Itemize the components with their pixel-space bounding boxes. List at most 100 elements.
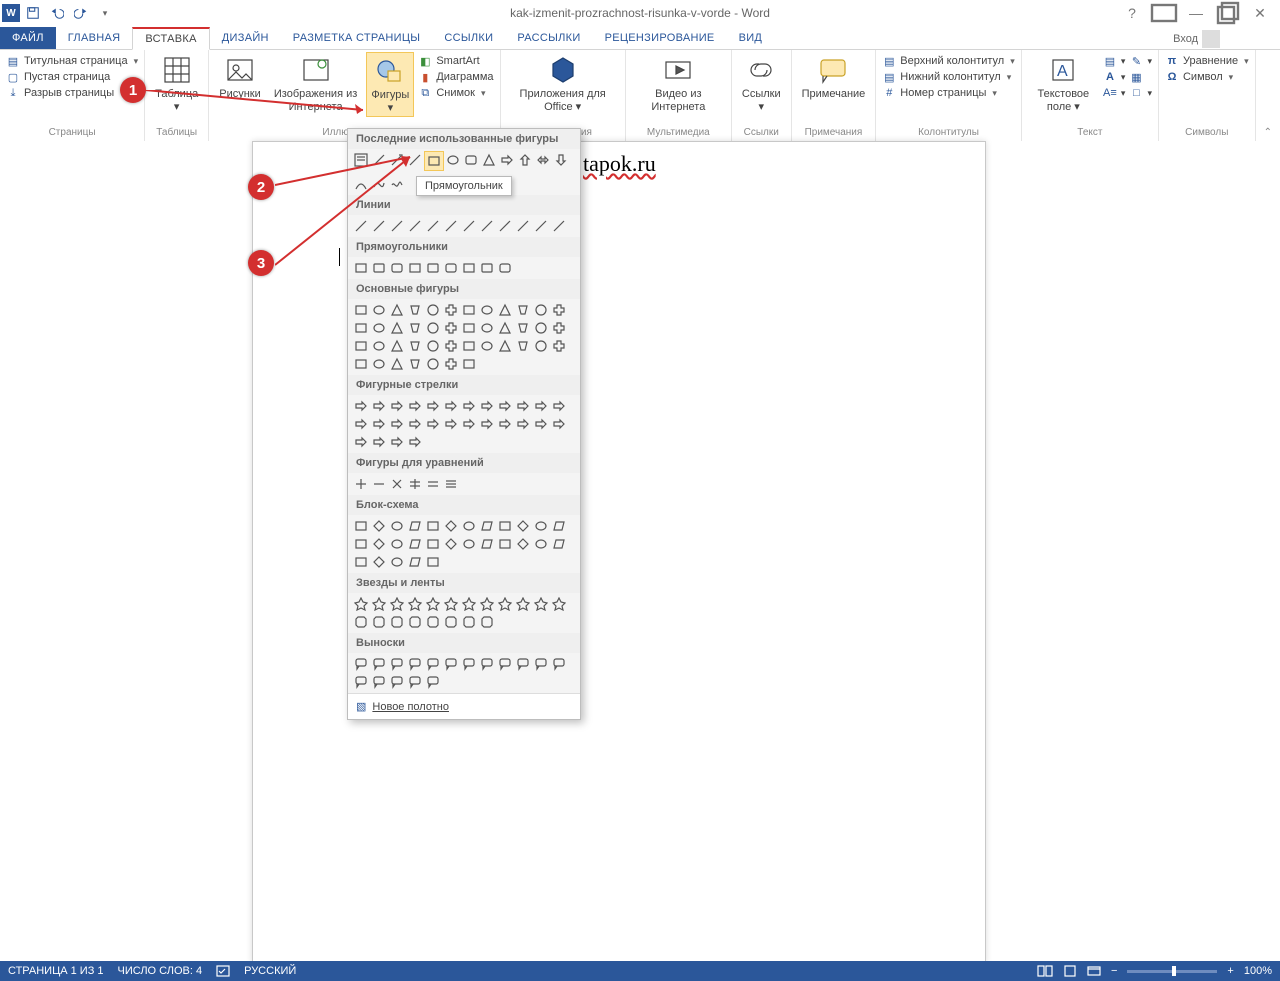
tab-mailings[interactable]: РАССЫЛКИ	[505, 27, 592, 49]
shape-item[interactable]	[532, 301, 550, 319]
shape-item[interactable]	[370, 433, 388, 451]
save-button[interactable]	[22, 2, 44, 24]
shape-item[interactable]	[442, 535, 460, 553]
shape-item[interactable]	[478, 319, 496, 337]
minimize-button[interactable]: —	[1180, 2, 1212, 24]
shape-item[interactable]	[496, 319, 514, 337]
shape-item[interactable]	[442, 517, 460, 535]
zoom-level[interactable]: 100%	[1244, 965, 1272, 977]
shape-item[interactable]	[550, 595, 568, 613]
shape-item[interactable]	[478, 613, 496, 631]
shape-line[interactable]	[370, 151, 388, 169]
shape-item[interactable]	[388, 301, 406, 319]
shape-item[interactable]	[352, 613, 370, 631]
shape-item[interactable]	[442, 475, 460, 493]
shape-item[interactable]	[370, 613, 388, 631]
status-lang[interactable]: РУССКИЙ	[244, 965, 296, 977]
shape-item[interactable]	[406, 259, 424, 277]
shape-item[interactable]	[478, 397, 496, 415]
shape-item[interactable]	[370, 655, 388, 673]
shape-item[interactable]	[514, 217, 532, 235]
shape-item[interactable]	[442, 337, 460, 355]
cover-page-button[interactable]: ▤Титульная страница	[6, 54, 138, 68]
shape-item[interactable]	[406, 217, 424, 235]
shape-item[interactable]	[352, 673, 370, 691]
shape-item[interactable]	[388, 553, 406, 571]
shape-item[interactable]	[370, 535, 388, 553]
shape-item[interactable]	[460, 517, 478, 535]
shape-item[interactable]	[478, 415, 496, 433]
tab-view[interactable]: ВИД	[727, 27, 775, 49]
shape-item[interactable]	[352, 259, 370, 277]
shape-item[interactable]	[550, 415, 568, 433]
links-button[interactable]: Ссылки▾	[738, 52, 785, 115]
status-words[interactable]: ЧИСЛО СЛОВ: 4	[118, 965, 203, 977]
shape-item[interactable]	[442, 415, 460, 433]
shape-item[interactable]	[460, 301, 478, 319]
zoom-in[interactable]: +	[1227, 965, 1233, 977]
shape-item[interactable]	[406, 655, 424, 673]
shape-item[interactable]	[406, 301, 424, 319]
new-canvas-button[interactable]: ▧ Новое полотно	[348, 693, 580, 719]
shape-item[interactable]	[532, 517, 550, 535]
shape-item[interactable]	[370, 397, 388, 415]
shape-item[interactable]	[406, 517, 424, 535]
shape-item[interactable]	[388, 595, 406, 613]
status-page[interactable]: СТРАНИЦА 1 ИЗ 1	[8, 965, 104, 977]
shape-item[interactable]	[352, 535, 370, 553]
shape-item[interactable]	[424, 259, 442, 277]
view-read[interactable]	[1037, 964, 1053, 978]
shape-item[interactable]	[550, 337, 568, 355]
shape-item[interactable]	[514, 397, 532, 415]
shape-item[interactable]	[442, 301, 460, 319]
shape-item[interactable]	[406, 553, 424, 571]
shape-item[interactable]	[370, 415, 388, 433]
shape-item[interactable]	[460, 595, 478, 613]
view-web[interactable]	[1087, 964, 1101, 978]
shape-item[interactable]	[460, 319, 478, 337]
symbol-button[interactable]: ΩСимвол	[1165, 70, 1249, 84]
shape-item[interactable]	[532, 535, 550, 553]
chart-button[interactable]: ▮Диаграмма	[418, 70, 493, 84]
shape-rounded-rect[interactable]	[462, 151, 480, 169]
shape-item[interactable]	[352, 355, 370, 373]
shape-item[interactable]	[370, 259, 388, 277]
comment-button[interactable]: Примечание	[798, 52, 870, 103]
header-button[interactable]: ▤Верхний колонтитул	[882, 54, 1014, 68]
shape-item[interactable]	[424, 415, 442, 433]
shape-item[interactable]	[496, 217, 514, 235]
shape-item[interactable]	[352, 433, 370, 451]
ribbon-options-button[interactable]	[1148, 2, 1180, 24]
status-proofing[interactable]	[216, 964, 230, 978]
shape-item[interactable]	[460, 355, 478, 373]
shape-freeform[interactable]	[370, 175, 388, 193]
shape-arrow-up[interactable]	[516, 151, 534, 169]
shape-item[interactable]	[370, 217, 388, 235]
shape-item[interactable]	[370, 595, 388, 613]
signature-button[interactable]: ✎▾	[1129, 54, 1152, 68]
shape-item[interactable]	[514, 415, 532, 433]
close-button[interactable]: ✕	[1244, 2, 1276, 24]
shape-item[interactable]	[370, 319, 388, 337]
shape-item[interactable]	[406, 535, 424, 553]
undo-button[interactable]	[46, 2, 68, 24]
shape-item[interactable]	[388, 475, 406, 493]
shape-item[interactable]	[532, 655, 550, 673]
shape-item[interactable]	[460, 259, 478, 277]
shape-item[interactable]	[442, 613, 460, 631]
shape-item[interactable]	[388, 415, 406, 433]
tab-layout[interactable]: РАЗМЕТКА СТРАНИЦЫ	[281, 27, 433, 49]
shape-item[interactable]	[352, 301, 370, 319]
shape-item[interactable]	[370, 673, 388, 691]
shape-arrow-right[interactable]	[498, 151, 516, 169]
shape-item[interactable]	[460, 535, 478, 553]
shape-item[interactable]	[388, 355, 406, 373]
quick-parts-button[interactable]: ▤▾	[1103, 54, 1126, 68]
shape-item[interactable]	[460, 415, 478, 433]
shape-item[interactable]	[370, 301, 388, 319]
view-print[interactable]	[1063, 964, 1077, 978]
shape-item[interactable]	[370, 553, 388, 571]
smartart-button[interactable]: ◧SmartArt	[418, 54, 493, 68]
shape-item[interactable]	[352, 655, 370, 673]
shape-item[interactable]	[532, 397, 550, 415]
